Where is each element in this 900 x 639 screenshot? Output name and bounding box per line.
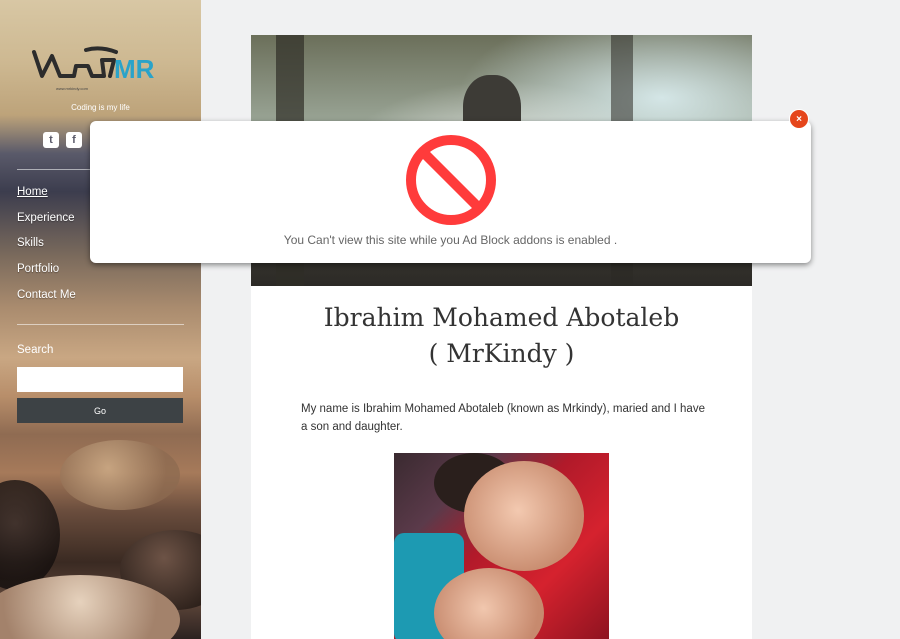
nav-item-contact-me[interactable]: Contact Me (17, 289, 76, 315)
site-logo[interactable]: MR www.mrkindy.com (30, 42, 160, 92)
tagline: Coding is my life (71, 103, 130, 112)
facebook-icon[interactable]: f (66, 132, 82, 148)
search-label: Search (17, 344, 54, 356)
title-line-1: Ibrahim Mohamed Abotaleb (323, 303, 680, 332)
nav-item-home[interactable]: Home (17, 186, 76, 212)
search-input[interactable] (17, 367, 183, 392)
no-entry-icon (406, 135, 496, 225)
title-line-2: ( MrKindy ) (428, 339, 575, 368)
logo-text: MR (114, 54, 155, 84)
divider (17, 324, 184, 325)
search-go-button[interactable]: Go (17, 398, 183, 423)
bio-paragraph: My name is Ibrahim Mohamed Abotaleb (kno… (301, 403, 705, 433)
twitter-icon[interactable]: t (43, 132, 59, 148)
nav-item-experience[interactable]: Experience (17, 212, 76, 238)
background-stone (0, 480, 60, 590)
background-stone (60, 440, 180, 510)
main-nav: Home Experience Skills Portfolio Contact… (17, 186, 76, 314)
adblock-modal: You Can't view this site while you Ad Bl… (90, 121, 811, 263)
adblock-message: You Can't view this site while you Ad Bl… (283, 233, 618, 247)
photo-detail (464, 461, 584, 571)
logo-url: www.mrkindy.com (56, 86, 89, 91)
social-links: t f (43, 132, 82, 148)
nav-item-skills[interactable]: Skills (17, 237, 76, 263)
nav-item-portfolio[interactable]: Portfolio (17, 263, 76, 289)
sidebar: MR www.mrkindy.com Coding is my life t f… (0, 0, 201, 639)
children-photo (394, 453, 609, 639)
page-title: Ibrahim Mohamed Abotaleb ( MrKindy ) (251, 300, 752, 372)
close-button[interactable]: × (790, 110, 808, 128)
